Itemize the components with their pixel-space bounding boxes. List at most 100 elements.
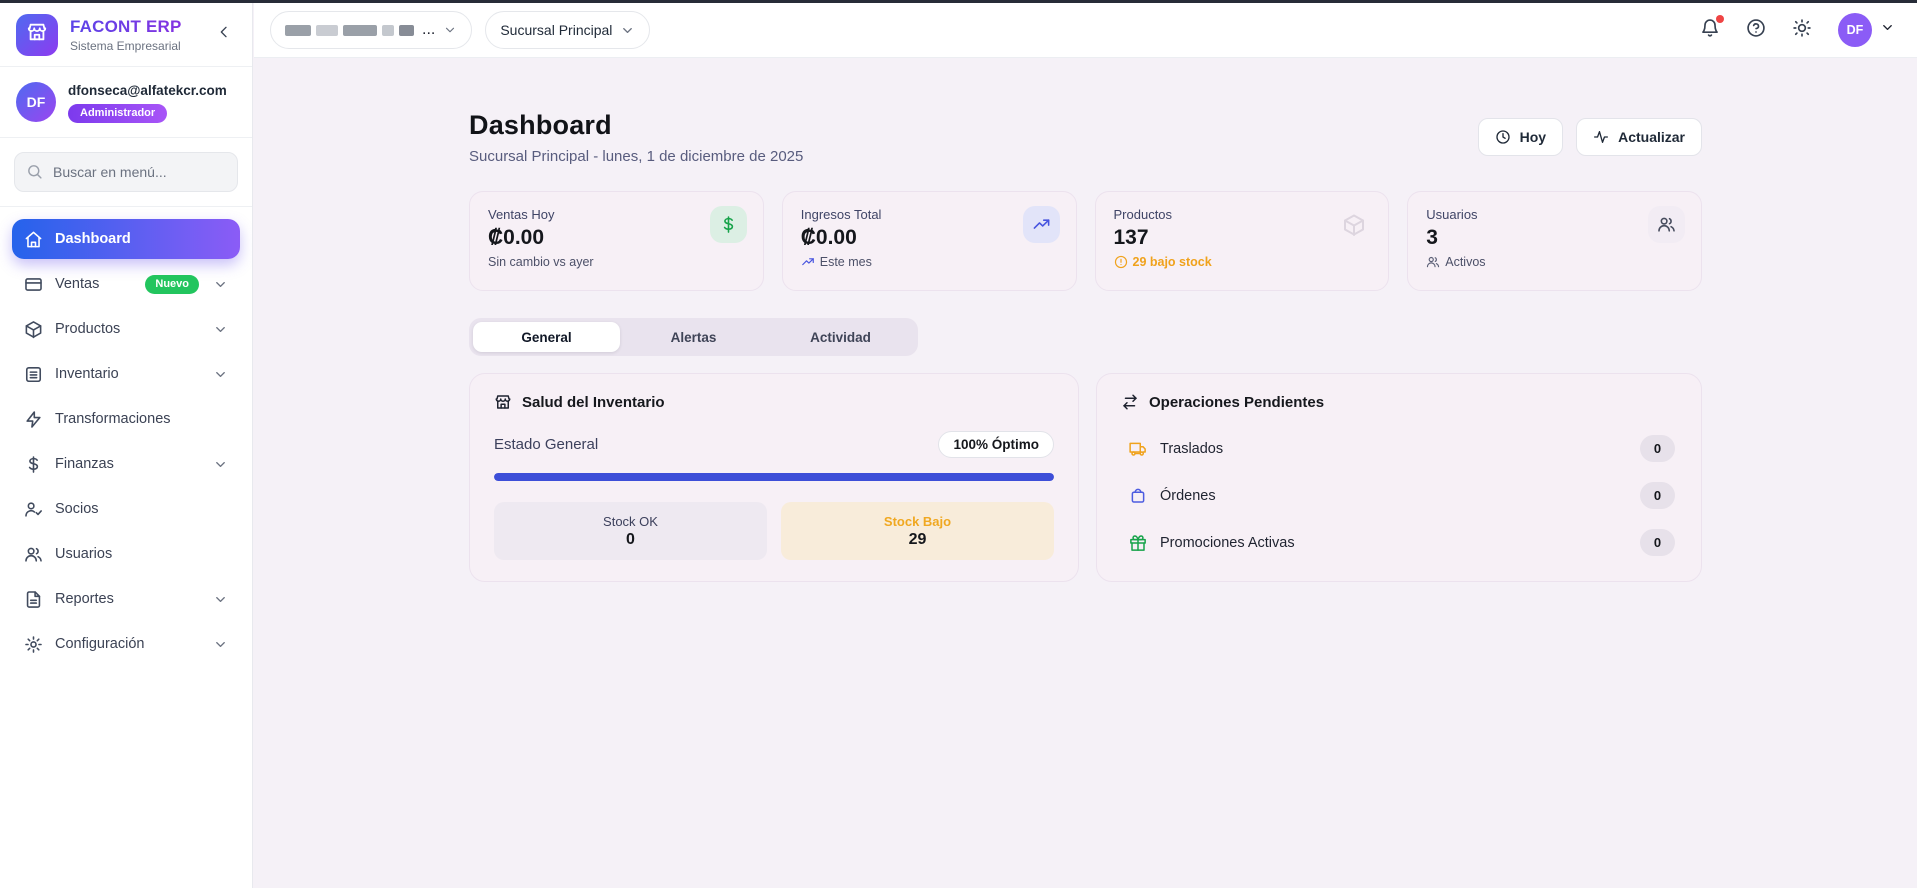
ops-row-traslados: Traslados0 — [1121, 425, 1677, 472]
clock-icon — [1495, 129, 1511, 145]
account-menu[interactable]: DF — [1838, 13, 1895, 47]
stock-box-stock-bajo: Stock Bajo 29 — [781, 502, 1054, 560]
ops-row-label: Promociones Activas — [1160, 535, 1640, 551]
stock-box-stock-ok: Stock OK 0 — [494, 502, 767, 560]
trending-up-icon — [1023, 206, 1060, 243]
chevron-down-icon — [213, 637, 228, 652]
branch-selector[interactable]: Sucursal Principal — [485, 11, 650, 49]
stock-box-label: Stock Bajo — [884, 514, 951, 529]
window-top-edge — [0, 0, 1917, 3]
chevron-down-icon — [620, 23, 635, 38]
sidebar-item-reportes[interactable]: Reportes — [12, 579, 240, 619]
stat-label: Ventas Hoy — [488, 207, 745, 222]
chevron-down-icon — [1880, 20, 1895, 40]
stat-value: 137 — [1114, 226, 1371, 250]
chevron-down-icon — [213, 457, 228, 472]
users-icon — [24, 545, 43, 564]
file-text-icon — [24, 590, 43, 609]
theme-toggle-button[interactable] — [1792, 18, 1812, 43]
inventory-progress-bar — [494, 473, 1054, 481]
stock-box-label: Stock OK — [603, 514, 658, 529]
chevron-down-icon — [213, 592, 228, 607]
refresh-button[interactable]: Actualizar — [1576, 118, 1702, 156]
chevron-down-icon — [213, 367, 228, 382]
credit-card-icon — [24, 275, 43, 294]
inventory-health-title: Salud del Inventario — [522, 394, 665, 411]
stat-label: Usuarios — [1426, 207, 1683, 222]
sidebar-item-productos[interactable]: Productos — [12, 309, 240, 349]
redacted-dropdown[interactable]: ... — [270, 11, 472, 49]
stat-label: Ingresos Total — [801, 207, 1058, 222]
ops-row-órdenes: Órdenes0 — [1121, 472, 1677, 519]
package-icon — [24, 320, 43, 339]
users-icon — [1426, 255, 1440, 269]
menu-search-input[interactable] — [14, 152, 238, 192]
estado-general-label: Estado General — [494, 436, 598, 453]
stat-label: Productos — [1114, 207, 1371, 222]
stat-value: ₡0.00 — [488, 226, 745, 250]
stat-cards: Ventas Hoy₡0.00Sin cambio vs ayerIngreso… — [469, 191, 1702, 291]
stat-card-ventas-hoy: Ventas Hoy₡0.00Sin cambio vs ayer — [469, 191, 764, 291]
tab-general[interactable]: General — [473, 322, 620, 352]
help-button[interactable] — [1746, 18, 1766, 43]
chevron-down-icon — [213, 322, 228, 337]
today-button[interactable]: Hoy — [1478, 118, 1563, 156]
stat-card-ingresos-total: Ingresos Total₡0.00Este mes — [782, 191, 1077, 291]
sidebar-item-transformaciones[interactable]: Transformaciones — [12, 399, 240, 439]
app-title: FACONT ERP — [70, 17, 200, 37]
branch-selector-value: Sucursal Principal — [500, 22, 612, 38]
sidebar-nav: Dashboard VentasNuevo Productos Inventario T… — [0, 207, 252, 888]
sidebar-item-dashboard[interactable]: Dashboard — [12, 219, 240, 259]
ellipsis: ... — [422, 21, 435, 39]
redacted-text-blocks — [285, 25, 414, 36]
app-subtitle: Sistema Empresarial — [70, 39, 200, 53]
package-icon — [1335, 206, 1372, 243]
main-content: Dashboard Sucursal Principal - lunes, 1 … — [254, 58, 1917, 888]
tab-alertas[interactable]: Alertas — [620, 322, 767, 352]
today-button-label: Hoy — [1520, 129, 1546, 145]
nuevo-badge: Nuevo — [145, 275, 199, 294]
notifications-button[interactable] — [1700, 18, 1720, 43]
sidebar-item-label: Configuración — [55, 636, 201, 652]
chevron-down-icon — [443, 23, 457, 37]
ops-row-label: Órdenes — [1160, 488, 1640, 504]
gift-icon — [1129, 534, 1147, 552]
user-card: DF dfonseca@alfatekcr.com Administrador — [0, 67, 252, 138]
stat-card-productos: Productos13729 bajo stock — [1095, 191, 1390, 291]
stat-subtext: Activos — [1426, 255, 1683, 269]
user-check-icon — [24, 500, 43, 519]
alert-circle-icon — [1114, 255, 1128, 269]
store-icon — [494, 393, 512, 411]
stat-card-usuarios: Usuarios 3 Activos — [1407, 191, 1702, 291]
sidebar-item-label: Inventario — [55, 366, 201, 382]
sidebar-item-ventas[interactable]: VentasNuevo — [12, 264, 240, 304]
user-role-badge: Administrador — [68, 104, 167, 123]
stat-value: 3 — [1426, 226, 1683, 250]
refresh-button-label: Actualizar — [1618, 129, 1685, 145]
users-icon — [1648, 206, 1685, 243]
store-icon — [26, 21, 48, 48]
brand-header: FACONT ERP Sistema Empresarial — [0, 3, 252, 67]
sidebar: FACONT ERP Sistema Empresarial DF dfonse… — [0, 3, 253, 888]
sidebar-item-socios[interactable]: Socios — [12, 489, 240, 529]
dollar-icon — [24, 455, 43, 474]
inventory-progress-fill — [494, 473, 1054, 481]
stock-box-value: 0 — [626, 531, 635, 549]
tab-actividad[interactable]: Actividad — [767, 322, 914, 352]
user-email: dfonseca@alfatekcr.com — [68, 83, 227, 98]
pending-operations-list: Traslados0Órdenes0Promociones Activas0 — [1121, 425, 1677, 566]
ops-row-promociones-activas: Promociones Activas0 — [1121, 519, 1677, 566]
sidebar-item-usuarios[interactable]: Usuarios — [12, 534, 240, 574]
notification-dot — [1716, 15, 1724, 23]
stock-box-value: 29 — [909, 531, 927, 549]
shopping-bag-icon — [1129, 487, 1147, 505]
search-icon — [26, 163, 43, 185]
help-circle-icon — [1746, 18, 1766, 43]
sidebar-item-configuracion[interactable]: Configuración — [12, 624, 240, 664]
sidebar-item-inventario[interactable]: Inventario — [12, 354, 240, 394]
sidebar-item-finanzas[interactable]: Finanzas — [12, 444, 240, 484]
sun-icon — [1792, 18, 1812, 43]
sidebar-collapse-button[interactable] — [212, 20, 236, 49]
page-title: Dashboard — [469, 110, 803, 141]
transfer-arrows-icon — [1121, 393, 1139, 411]
